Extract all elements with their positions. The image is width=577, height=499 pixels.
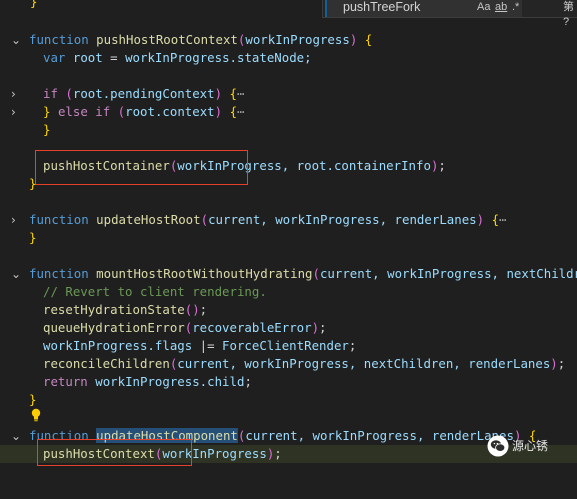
folded-ellipsis[interactable]: ⋯	[237, 104, 244, 119]
function-call: queueHydrationError	[43, 320, 185, 335]
code-line: resetHydrationState();	[43, 302, 208, 317]
whole-word-toggle[interactable]: ab	[495, 0, 507, 15]
comment: // Revert to client rendering.	[43, 284, 267, 299]
lightbulb-icon[interactable]	[30, 408, 42, 422]
code-line: workInProgress.flags |= ForceClientRende…	[43, 338, 357, 353]
find-input[interactable]: pushTreeFork Aa ab .*	[325, 0, 522, 17]
code-line-folded: › function updateHostRoot(current, workI…	[11, 211, 507, 229]
keyword: function	[29, 32, 89, 47]
code-line: var root = workInProgress.stateNode;	[43, 50, 312, 65]
fold-expanded-icon[interactable]: ⌄	[11, 427, 21, 445]
expression: ForceClientRender	[222, 338, 349, 353]
keyword: if	[95, 104, 111, 119]
code-line: reconcileChildren(current, workInProgres…	[43, 356, 566, 371]
keyword: return	[43, 374, 88, 389]
code-editor[interactable]: } ⌄ function pushHostRootContext(workInP…	[0, 0, 577, 474]
code-line-folded: › if (root.pendingContext) {⋯	[11, 85, 245, 103]
condition: root.pendingContext	[72, 86, 215, 101]
expression: workInProgress.child	[95, 374, 245, 389]
code-line: }	[29, 392, 37, 407]
param: workInProgress	[245, 32, 350, 47]
code-line: ⌄ function pushHostRootContext(workInPro…	[11, 31, 373, 49]
call-args: recoverableError	[192, 320, 312, 335]
function-call: resetHydrationState	[43, 302, 185, 317]
folded-ellipsis[interactable]: ⋯	[499, 212, 506, 227]
watermark-text: 源心锈	[512, 439, 549, 453]
code-line: }	[29, 176, 37, 191]
fold-expanded-icon[interactable]: ⌄	[11, 265, 21, 283]
code-line: }	[43, 122, 51, 137]
variable: root	[72, 50, 103, 65]
condition: root.context	[125, 104, 215, 119]
expression: workInProgress.stateNode;	[125, 50, 312, 65]
function-name: pushHostRootContext	[96, 32, 238, 47]
keyword: else	[57, 104, 88, 119]
fold-collapsed-icon[interactable]: ›	[11, 103, 21, 121]
call-args: current, workInProgress, nextChildren, r…	[177, 356, 551, 371]
fold-collapsed-icon[interactable]: ›	[11, 211, 21, 229]
code-line-folded: › } else if (root.context) {⋯	[11, 103, 245, 121]
code-line: // Revert to client rendering.	[0, 283, 577, 301]
highlight-box	[37, 439, 192, 466]
regex-toggle[interactable]: .*	[512, 0, 519, 15]
params: current, workInProgress, renderLanes	[245, 428, 514, 443]
keyword: function	[29, 212, 89, 227]
folded-ellipsis[interactable]: ⋯	[237, 86, 244, 101]
function-name: mountHostRootWithoutHydrating	[96, 266, 313, 281]
fold-collapsed-icon[interactable]: ›	[11, 85, 21, 103]
params: current, workInProgress, nextChildren	[319, 266, 577, 281]
code-line: ⌄ function mountHostRootWithoutHydrating…	[0, 265, 577, 283]
code-line: return workInProgress.child;	[43, 374, 252, 389]
operator: |=	[192, 338, 223, 353]
closing-brace: }	[30, 0, 38, 9]
keyword: if	[43, 86, 58, 101]
wechat-logo-icon	[487, 435, 509, 457]
find-result-count: 第 ?	[563, 1, 574, 28]
fold-expanded-icon[interactable]: ⌄	[11, 31, 21, 49]
find-query: pushTreeFork	[343, 0, 421, 14]
match-case-toggle[interactable]: Aa	[477, 0, 490, 15]
function-name: updateHostRoot	[96, 212, 201, 227]
expression: workInProgress.flags	[43, 338, 193, 353]
function-call: reconcileChildren	[43, 356, 170, 371]
code-line: queueHydrationError(recoverableError);	[43, 320, 327, 335]
keyword: function	[29, 266, 89, 281]
code-line: }	[29, 230, 37, 245]
find-widget: pushTreeFork Aa ab .* 第 ?	[322, 0, 577, 28]
params: current, workInProgress, renderLanes	[208, 212, 477, 227]
keyword: var	[43, 50, 66, 65]
